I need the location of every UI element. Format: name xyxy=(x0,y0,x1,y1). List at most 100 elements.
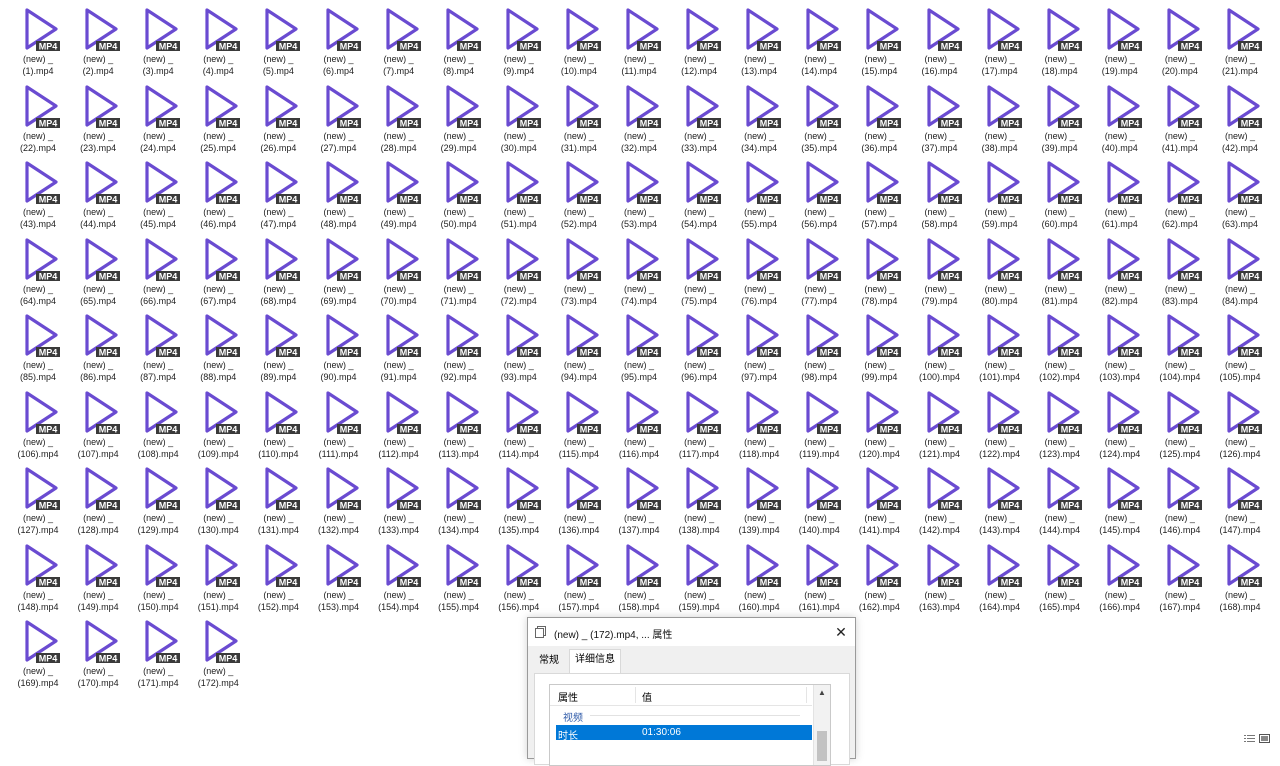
file-item[interactable]: MP4 (new) _ (20).mp4 xyxy=(1150,0,1210,76)
file-item[interactable]: MP4 (new) _ (16).mp4 xyxy=(910,0,970,76)
file-item[interactable]: MP4 (new) _ (137).mp4 xyxy=(609,459,669,535)
file-item[interactable]: MP4 (new) _ (22).mp4 xyxy=(8,77,68,153)
file-item[interactable]: MP4 (new) _ (56).mp4 xyxy=(789,153,849,229)
file-item[interactable]: MP4 (new) _ (110).mp4 xyxy=(248,383,308,459)
file-item[interactable]: MP4 (new) _ (88).mp4 xyxy=(188,306,248,382)
file-item[interactable]: MP4 (new) _ (72).mp4 xyxy=(489,230,549,306)
file-item[interactable]: MP4 (new) _ (5).mp4 xyxy=(248,0,308,76)
file-item[interactable]: MP4 (new) _ (28).mp4 xyxy=(369,77,429,153)
property-list[interactable]: 属性 值 视频 时长 01:30:06 ▲ xyxy=(549,684,831,766)
file-item[interactable]: MP4 (new) _ (107).mp4 xyxy=(68,383,128,459)
file-item[interactable]: MP4 (new) _ (119).mp4 xyxy=(789,383,849,459)
file-item[interactable]: MP4 (new) _ (169).mp4 xyxy=(8,612,68,688)
file-item[interactable]: MP4 (new) _ (65).mp4 xyxy=(68,230,128,306)
tab-details[interactable]: 详细信息 xyxy=(569,649,621,673)
file-item[interactable]: MP4 (new) _ (50).mp4 xyxy=(429,153,489,229)
file-item[interactable]: MP4 (new) _ (80).mp4 xyxy=(970,230,1030,306)
file-item[interactable]: MP4 (new) _ (18).mp4 xyxy=(1030,0,1090,76)
file-item[interactable]: MP4 (new) _ (144).mp4 xyxy=(1030,459,1090,535)
file-item[interactable]: MP4 (new) _ (167).mp4 xyxy=(1150,536,1210,612)
file-item[interactable]: MP4 (new) _ (117).mp4 xyxy=(669,383,729,459)
column-header-property[interactable]: 属性 xyxy=(558,689,578,704)
file-item[interactable]: MP4 (new) _ (135).mp4 xyxy=(489,459,549,535)
file-item[interactable]: MP4 (new) _ (61).mp4 xyxy=(1090,153,1150,229)
file-item[interactable]: MP4 (new) _ (106).mp4 xyxy=(8,383,68,459)
file-item[interactable]: MP4 (new) _ (150).mp4 xyxy=(128,536,188,612)
file-item[interactable]: MP4 (new) _ (101).mp4 xyxy=(970,306,1030,382)
file-item[interactable]: MP4 (new) _ (68).mp4 xyxy=(248,230,308,306)
file-item[interactable]: MP4 (new) _ (32).mp4 xyxy=(609,77,669,153)
file-item[interactable]: MP4 (new) _ (127).mp4 xyxy=(8,459,68,535)
file-item[interactable]: MP4 (new) _ (42).mp4 xyxy=(1210,77,1270,153)
file-item[interactable]: MP4 (new) _ (86).mp4 xyxy=(68,306,128,382)
file-item[interactable]: MP4 (new) _ (21).mp4 xyxy=(1210,0,1270,76)
file-item[interactable]: MP4 (new) _ (24).mp4 xyxy=(128,77,188,153)
file-item[interactable]: MP4 (new) _ (14).mp4 xyxy=(789,0,849,76)
file-item[interactable]: MP4 (new) _ (92).mp4 xyxy=(429,306,489,382)
file-item[interactable]: MP4 (new) _ (132).mp4 xyxy=(309,459,369,535)
file-item[interactable]: MP4 (new) _ (91).mp4 xyxy=(369,306,429,382)
file-item[interactable]: MP4 (new) _ (3).mp4 xyxy=(128,0,188,76)
file-item[interactable]: MP4 (new) _ (84).mp4 xyxy=(1210,230,1270,306)
file-item[interactable]: MP4 (new) _ (51).mp4 xyxy=(489,153,549,229)
file-item[interactable]: MP4 (new) _ (100).mp4 xyxy=(910,306,970,382)
file-item[interactable]: MP4 (new) _ (146).mp4 xyxy=(1150,459,1210,535)
file-item[interactable]: MP4 (new) _ (2).mp4 xyxy=(68,0,128,76)
dialog-titlebar[interactable]: (new) _ (172).mp4, ... 属性 ✕ xyxy=(528,618,855,646)
file-item[interactable]: MP4 (new) _ (81).mp4 xyxy=(1030,230,1090,306)
file-item[interactable]: MP4 (new) _ (159).mp4 xyxy=(669,536,729,612)
file-item[interactable]: MP4 (new) _ (108).mp4 xyxy=(128,383,188,459)
column-divider[interactable] xyxy=(806,687,807,703)
file-item[interactable]: MP4 (new) _ (27).mp4 xyxy=(309,77,369,153)
file-item[interactable]: MP4 (new) _ (54).mp4 xyxy=(669,153,729,229)
file-item[interactable]: MP4 (new) _ (33).mp4 xyxy=(669,77,729,153)
file-item[interactable]: MP4 (new) _ (39).mp4 xyxy=(1030,77,1090,153)
file-item[interactable]: MP4 (new) _ (118).mp4 xyxy=(729,383,789,459)
file-item[interactable]: MP4 (new) _ (63).mp4 xyxy=(1210,153,1270,229)
file-item[interactable]: MP4 (new) _ (120).mp4 xyxy=(849,383,909,459)
file-item[interactable]: MP4 (new) _ (4).mp4 xyxy=(188,0,248,76)
file-item[interactable]: MP4 (new) _ (93).mp4 xyxy=(489,306,549,382)
file-item[interactable]: MP4 (new) _ (141).mp4 xyxy=(849,459,909,535)
file-item[interactable]: MP4 (new) _ (105).mp4 xyxy=(1210,306,1270,382)
file-item[interactable]: MP4 (new) _ (157).mp4 xyxy=(549,536,609,612)
file-item[interactable]: MP4 (new) _ (122).mp4 xyxy=(970,383,1030,459)
file-item[interactable]: MP4 (new) _ (171).mp4 xyxy=(128,612,188,688)
file-item[interactable]: MP4 (new) _ (143).mp4 xyxy=(970,459,1030,535)
file-item[interactable]: MP4 (new) _ (124).mp4 xyxy=(1090,383,1150,459)
vertical-scrollbar[interactable]: ▲ xyxy=(813,685,830,765)
scroll-thumb[interactable] xyxy=(817,731,827,761)
file-item[interactable]: MP4 (new) _ (79).mp4 xyxy=(910,230,970,306)
file-item[interactable]: MP4 (new) _ (134).mp4 xyxy=(429,459,489,535)
file-item[interactable]: MP4 (new) _ (99).mp4 xyxy=(849,306,909,382)
scroll-up-button[interactable]: ▲ xyxy=(814,685,830,701)
file-item[interactable]: MP4 (new) _ (8).mp4 xyxy=(429,0,489,76)
file-item[interactable]: MP4 (new) _ (111).mp4 xyxy=(309,383,369,459)
file-item[interactable]: MP4 (new) _ (69).mp4 xyxy=(309,230,369,306)
file-item[interactable]: MP4 (new) _ (152).mp4 xyxy=(248,536,308,612)
file-item[interactable]: MP4 (new) _ (149).mp4 xyxy=(68,536,128,612)
file-item[interactable]: MP4 (new) _ (25).mp4 xyxy=(188,77,248,153)
file-item[interactable]: MP4 (new) _ (57).mp4 xyxy=(849,153,909,229)
property-row-duration[interactable]: 时长 01:30:06 xyxy=(556,725,812,742)
file-item[interactable]: MP4 (new) _ (87).mp4 xyxy=(128,306,188,382)
file-item[interactable]: MP4 (new) _ (46).mp4 xyxy=(188,153,248,229)
file-item[interactable]: MP4 (new) _ (29).mp4 xyxy=(429,77,489,153)
file-item[interactable]: MP4 (new) _ (114).mp4 xyxy=(489,383,549,459)
file-item[interactable]: MP4 (new) _ (151).mp4 xyxy=(188,536,248,612)
file-item[interactable]: MP4 (new) _ (82).mp4 xyxy=(1090,230,1150,306)
file-item[interactable]: MP4 (new) _ (12).mp4 xyxy=(669,0,729,76)
file-item[interactable]: MP4 (new) _ (31).mp4 xyxy=(549,77,609,153)
file-item[interactable]: MP4 (new) _ (89).mp4 xyxy=(248,306,308,382)
file-item[interactable]: MP4 (new) _ (103).mp4 xyxy=(1090,306,1150,382)
file-item[interactable]: MP4 (new) _ (130).mp4 xyxy=(188,459,248,535)
file-item[interactable]: MP4 (new) _ (55).mp4 xyxy=(729,153,789,229)
close-button[interactable]: ✕ xyxy=(827,618,855,646)
file-item[interactable]: MP4 (new) _ (23).mp4 xyxy=(68,77,128,153)
file-item[interactable]: MP4 (new) _ (13).mp4 xyxy=(729,0,789,76)
file-item[interactable]: MP4 (new) _ (37).mp4 xyxy=(910,77,970,153)
file-item[interactable]: MP4 (new) _ (35).mp4 xyxy=(789,77,849,153)
file-item[interactable]: MP4 (new) _ (52).mp4 xyxy=(549,153,609,229)
file-item[interactable]: MP4 (new) _ (163).mp4 xyxy=(910,536,970,612)
file-item[interactable]: MP4 (new) _ (19).mp4 xyxy=(1090,0,1150,76)
